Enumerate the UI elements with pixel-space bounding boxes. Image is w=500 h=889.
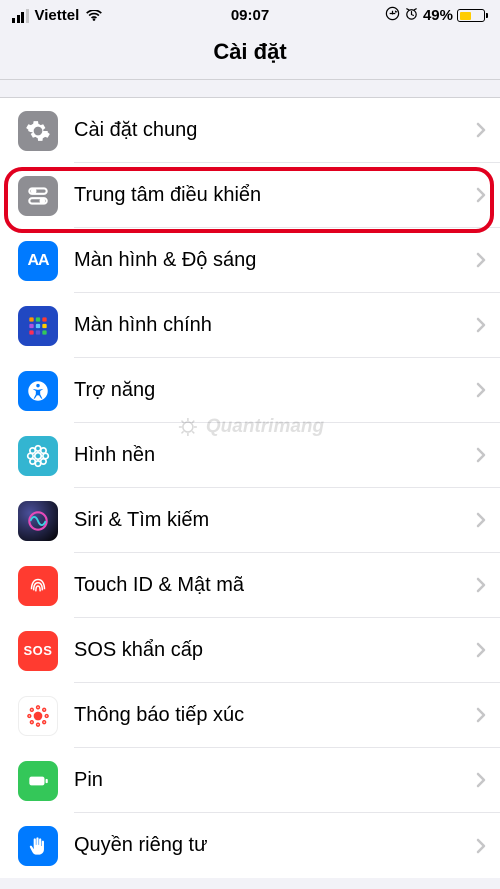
sos-icon: SOS — [18, 631, 58, 671]
carrier-name: Viettel — [35, 7, 80, 24]
wifi-icon — [85, 7, 103, 24]
chevron-right-icon — [476, 707, 486, 723]
row-privacy[interactable]: Quyền riêng tư — [0, 813, 500, 878]
row-home-screen[interactable]: Màn hình chính — [0, 293, 500, 358]
row-sos[interactable]: SOS SOS khẩn cấp — [0, 618, 500, 683]
exposure-icon — [18, 696, 58, 736]
orientation-lock-icon — [385, 6, 400, 25]
chevron-right-icon — [476, 187, 486, 203]
clock: 09:07 — [231, 7, 269, 24]
row-label: Pin — [74, 769, 476, 792]
text-size-icon: AA — [18, 241, 58, 281]
gear-icon — [18, 111, 58, 151]
chevron-right-icon — [476, 642, 486, 658]
chevron-right-icon — [476, 838, 486, 854]
section-gap — [0, 80, 500, 98]
row-label: SOS khẩn cấp — [74, 639, 476, 662]
chevron-right-icon — [476, 447, 486, 463]
row-accessibility[interactable]: Trợ năng — [0, 358, 500, 423]
row-label: Thông báo tiếp xúc — [74, 704, 476, 727]
row-label: Touch ID & Mật mã — [74, 574, 476, 597]
row-label: Màn hình chính — [74, 314, 476, 337]
apps-grid-icon — [18, 306, 58, 346]
chevron-right-icon — [476, 252, 486, 268]
chevron-right-icon — [476, 317, 486, 333]
row-touch-id[interactable]: Touch ID & Mật mã — [0, 553, 500, 618]
row-label: Trung tâm điều khiển — [74, 184, 476, 207]
status-right: 49% — [385, 6, 488, 25]
hand-icon — [18, 826, 58, 866]
flower-icon — [18, 436, 58, 476]
battery-percent: 49% — [423, 7, 453, 24]
settings-list: Cài đặt chung Trung tâm điều khiển AA Mà… — [0, 98, 500, 878]
row-general[interactable]: Cài đặt chung — [0, 98, 500, 163]
row-wallpaper[interactable]: Hình nền — [0, 423, 500, 488]
row-label: Cài đặt chung — [74, 119, 476, 142]
chevron-right-icon — [476, 512, 486, 528]
chevron-right-icon — [476, 772, 486, 788]
row-battery[interactable]: Pin — [0, 748, 500, 813]
row-label: Siri & Tìm kiếm — [74, 509, 476, 532]
row-label: Trợ năng — [74, 379, 476, 402]
row-exposure[interactable]: Thông báo tiếp xúc — [0, 683, 500, 748]
row-display[interactable]: AA Màn hình & Độ sáng — [0, 228, 500, 293]
row-label: Quyền riêng tư — [74, 834, 476, 857]
toggles-icon — [18, 176, 58, 216]
battery-icon — [457, 9, 488, 22]
status-bar: Viettel 09:07 49% — [0, 0, 500, 29]
status-left: Viettel — [12, 7, 103, 24]
siri-icon — [18, 501, 58, 541]
page-title: Cài đặt — [0, 29, 500, 80]
chevron-right-icon — [476, 577, 486, 593]
signal-bars-icon — [12, 9, 29, 23]
row-label: Hình nền — [74, 444, 476, 467]
battery-settings-icon — [18, 761, 58, 801]
row-control-center[interactable]: Trung tâm điều khiển — [0, 163, 500, 228]
chevron-right-icon — [476, 122, 486, 138]
accessibility-icon — [18, 371, 58, 411]
row-siri[interactable]: Siri & Tìm kiếm — [0, 488, 500, 553]
chevron-right-icon — [476, 382, 486, 398]
fingerprint-icon — [18, 566, 58, 606]
alarm-icon — [404, 6, 419, 25]
row-label: Màn hình & Độ sáng — [74, 249, 476, 272]
